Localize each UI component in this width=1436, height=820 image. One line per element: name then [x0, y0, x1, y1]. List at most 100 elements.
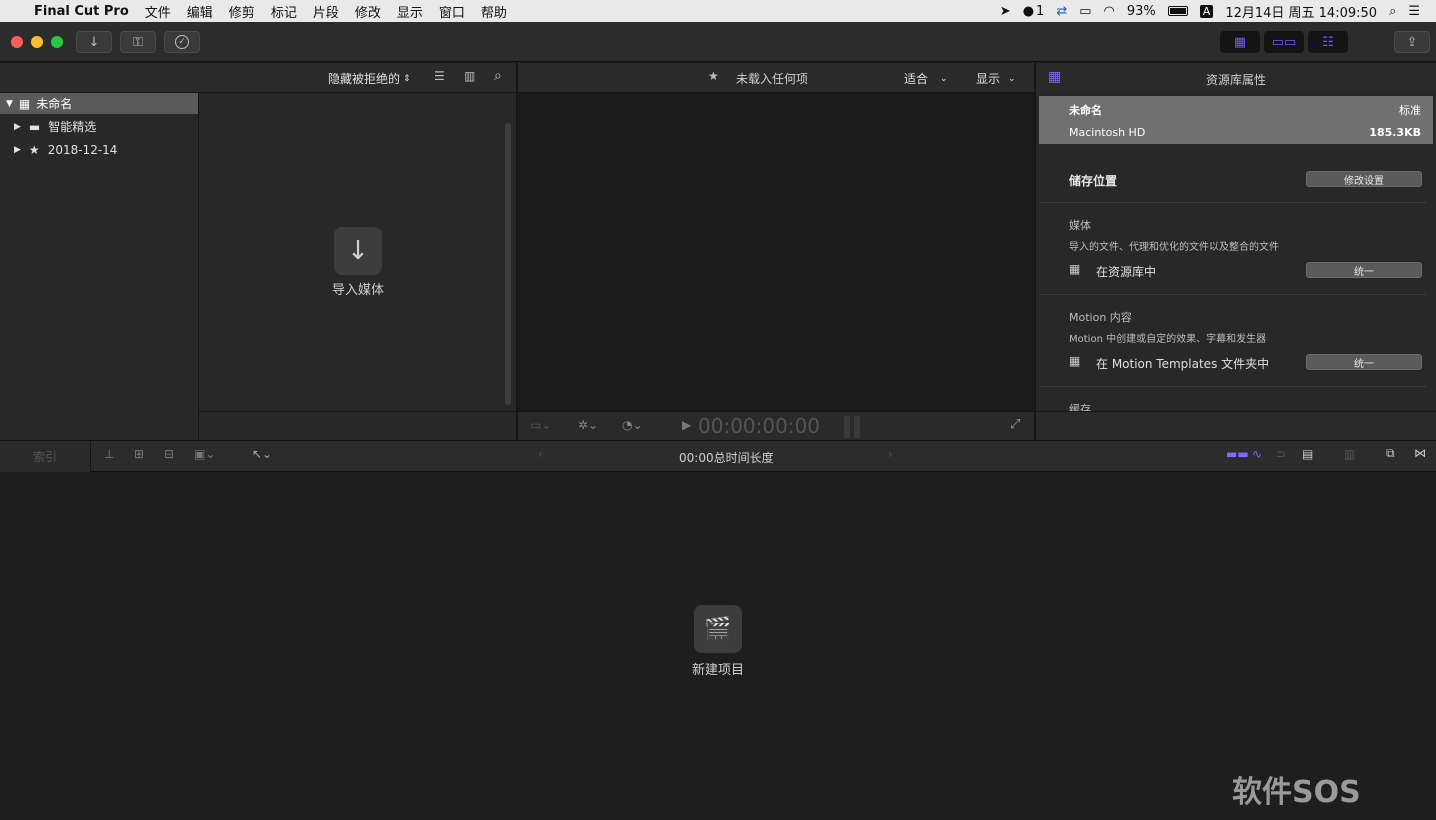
app-menu[interactable]: Final Cut Pro: [26, 4, 137, 19]
timecode-display[interactable]: 00:00:00:00: [698, 414, 820, 438]
consolidate-motion-button[interactable]: 统一: [1306, 354, 1422, 370]
minimize-window-button[interactable]: [31, 36, 43, 48]
input-source-icon[interactable]: A: [1199, 4, 1214, 18]
disclosure-right-icon[interactable]: ▶: [14, 122, 21, 132]
video-audio-icon[interactable]: ▬▬: [1226, 447, 1249, 461]
media-description: 导入的文件、代理和优化的文件以及整合的文件: [1069, 242, 1279, 253]
close-window-button[interactable]: [11, 36, 23, 48]
spotlight-icon[interactable]: ⌕: [1389, 4, 1396, 19]
clip-appearance-icon[interactable]: ▤: [1302, 447, 1313, 461]
import-button[interactable]: ↓: [76, 31, 112, 53]
library-size: 185.3KB: [1369, 126, 1421, 139]
insert-clip-icon[interactable]: ⊞: [134, 447, 144, 461]
sidebar-item-event[interactable]: ▶ ★ 2018-12-14: [0, 139, 198, 160]
effects-icon[interactable]: ▥: [1344, 447, 1355, 461]
share-button[interactable]: ⇪: [1394, 31, 1430, 53]
divider: [1040, 202, 1426, 203]
clock[interactable]: 12月14日 周五 14:09:50: [1225, 2, 1377, 21]
library-icon: ▦: [18, 96, 31, 111]
audio-meter-right: [854, 416, 860, 438]
menu-clip[interactable]: 片段: [305, 2, 347, 21]
timeline-toggle-button[interactable]: ▭▭: [1264, 31, 1304, 53]
battery-icon[interactable]: [1167, 6, 1188, 16]
chevron-down-icon: ⌄: [940, 73, 948, 84]
menu-bar: Final Cut Pro 文件 编辑 修剪 标记 片段 修改 显示 窗口 帮助…: [0, 0, 1436, 22]
teamviewer-icon[interactable]: ⇄: [1056, 4, 1067, 19]
transitions-icon[interactable]: ⋈: [1414, 446, 1426, 460]
qq-icon[interactable]: ● 1: [1023, 4, 1045, 19]
arrow-down-icon: ↓: [347, 236, 369, 266]
notification-count: 1: [1036, 3, 1045, 19]
sidebar-item-smart-collections[interactable]: ▶ ▬ 智能精选: [0, 116, 198, 137]
filmstrip-icon[interactable]: ▥: [464, 69, 475, 83]
inspector-toggle-button[interactable]: ☷: [1308, 31, 1348, 53]
menu-edit[interactable]: 编辑: [179, 2, 221, 21]
divider: [1040, 294, 1426, 295]
location-icon[interactable]: ➤: [1000, 4, 1011, 19]
disclosure-down-icon[interactable]: ▼: [6, 99, 13, 109]
append-clip-icon[interactable]: ⊟: [164, 447, 174, 461]
menu-trim[interactable]: 修剪: [221, 2, 263, 21]
menu-file[interactable]: 文件: [137, 2, 179, 21]
timeline-index-button[interactable]: 索引: [0, 441, 90, 472]
select-tool-icon[interactable]: ↖⌄: [252, 447, 272, 461]
timeline-icon: ▭▭: [1271, 34, 1297, 50]
event-star-icon: ★: [708, 69, 719, 83]
filter-popup[interactable]: 隐藏被拒绝的 ⇕: [328, 70, 411, 87]
viewer-controls: ▭⌄ ✲⌄ ◔⌄ ▶ 00:00:00:00 ⤢: [518, 411, 1034, 440]
storage-location-label: 储存位置: [1069, 174, 1118, 188]
disclosure-right-icon[interactable]: ▶: [14, 145, 21, 155]
import-media-button[interactable]: ↓: [334, 227, 382, 275]
new-project-button[interactable]: 🎬: [694, 605, 742, 653]
connect-clip-icon[interactable]: ⊥: [104, 447, 114, 461]
disk-name: Macintosh HD: [1069, 126, 1146, 139]
library-row[interactable]: ▼ ▦ 未命名: [0, 93, 198, 114]
menu-help[interactable]: 帮助: [473, 2, 515, 21]
library-status: 标准: [1399, 104, 1421, 117]
new-project-label: 新建项目: [691, 663, 744, 678]
audio-waveform-icon[interactable]: ∿: [1252, 447, 1262, 461]
forward-arrow-icon[interactable]: ›: [888, 447, 893, 461]
clip-appearance-icon[interactable]: ☰: [434, 69, 445, 83]
sidebar-item-label: 2018-12-14: [47, 142, 118, 157]
consolidate-media-button[interactable]: 统一: [1306, 262, 1422, 278]
speed-icon[interactable]: ◔⌄: [622, 418, 643, 432]
airplay-icon[interactable]: ▭: [1079, 4, 1091, 19]
fullscreen-icon[interactable]: ⤢: [1010, 417, 1020, 432]
background-tasks-button[interactable]: ✓: [164, 31, 200, 53]
notification-center-icon[interactable]: ☰: [1408, 4, 1420, 19]
back-arrow-icon[interactable]: ‹: [538, 447, 543, 461]
library-properties-icon: ▦: [1048, 69, 1062, 85]
overwrite-clip-icon[interactable]: ▣⌄: [194, 447, 215, 461]
index-label: 索引: [32, 450, 57, 464]
play-icon[interactable]: ▶: [682, 418, 691, 432]
menu-mark[interactable]: 标记: [263, 2, 305, 21]
media-location: 在资源库中: [1096, 265, 1157, 279]
divider: [199, 411, 516, 412]
grid-icon: ▦: [1069, 354, 1081, 368]
enhance-icon[interactable]: ✲⌄: [578, 418, 598, 432]
snapping-icon[interactable]: ⊃: [1276, 447, 1286, 461]
divider: [90, 441, 91, 472]
updown-icon: ⇕: [403, 73, 411, 84]
menu-view[interactable]: 显示: [389, 2, 431, 21]
divider: [1040, 386, 1426, 387]
modify-settings-button[interactable]: 修改设置: [1306, 171, 1422, 187]
keyword-button[interactable]: ⚿: [120, 31, 156, 53]
browser-scrollbar[interactable]: [505, 123, 511, 405]
menu-modify[interactable]: 修改: [347, 2, 389, 21]
transform-icon[interactable]: ▭⌄: [530, 418, 551, 432]
sidebar-item-label: 智能精选: [48, 120, 97, 134]
browser-panel: 隐藏被拒绝的 ⇕ ☰ ▥ ⌕ ↓ 导入媒体: [0, 63, 516, 440]
zoom-popup[interactable]: 适合 ⌄: [904, 70, 948, 87]
menu-window[interactable]: 窗口: [431, 2, 473, 21]
browser-clip-icon[interactable]: ⧉: [1386, 446, 1395, 461]
view-popup[interactable]: 显示 ⌄: [976, 70, 1016, 87]
sliders-icon: ☷: [1322, 34, 1334, 50]
timeline-toolbar: 索引 ⊥ ⊞ ⊟ ▣⌄ ↖⌄ ‹ 00:00总时间长度 › ▬▬ ∿ ⊃ ▤ ▥…: [0, 440, 1436, 472]
wifi-icon[interactable]: ◠: [1104, 4, 1115, 19]
search-icon[interactable]: ⌕: [494, 68, 502, 84]
browser-toggle-button[interactable]: ▦: [1220, 31, 1260, 53]
zoom-window-button[interactable]: [51, 36, 63, 48]
event-star-icon: ★: [28, 142, 40, 157]
